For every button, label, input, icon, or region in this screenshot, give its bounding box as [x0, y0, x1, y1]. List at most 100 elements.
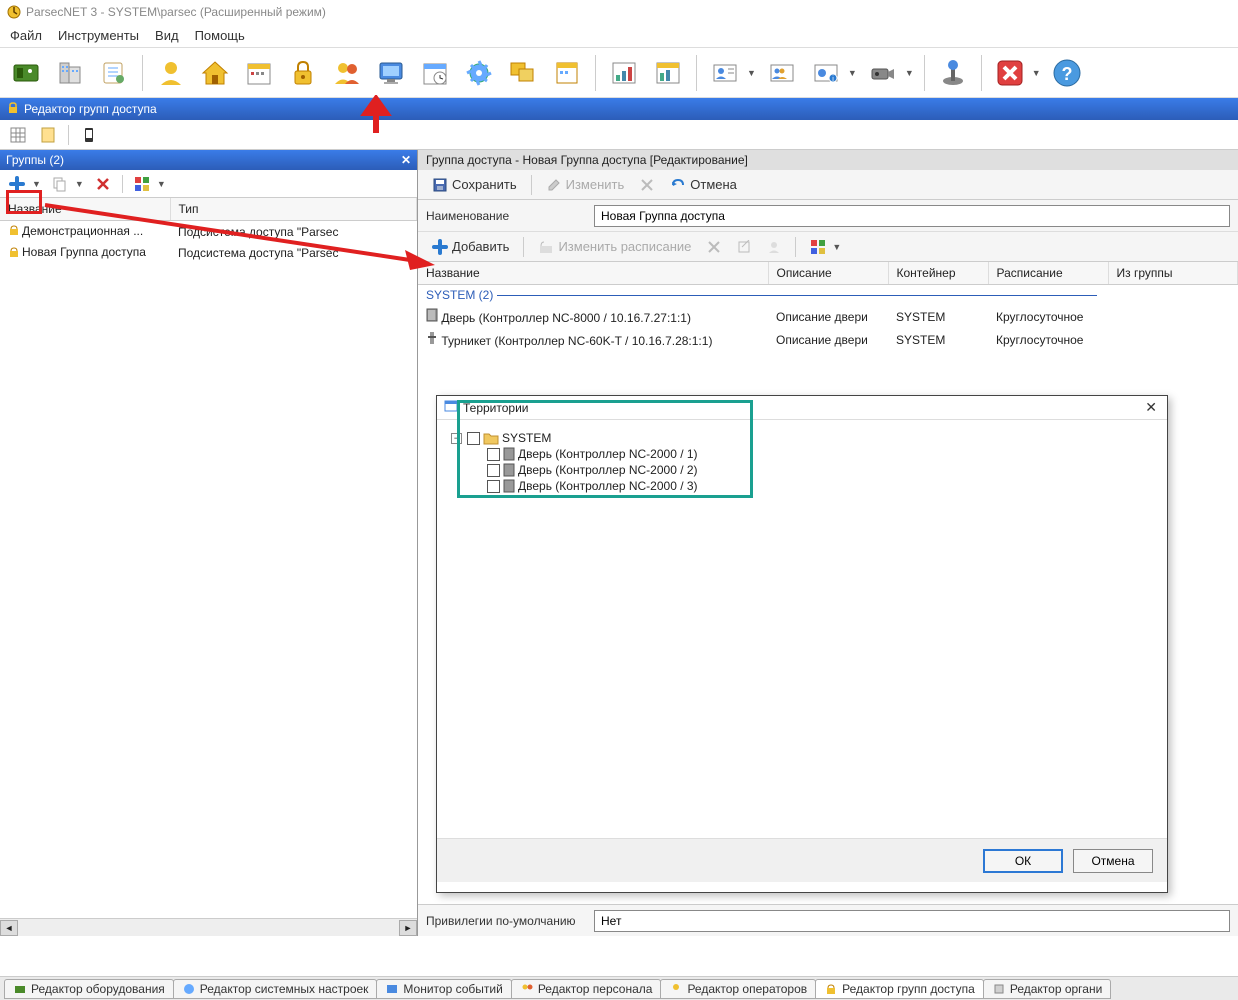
table-row[interactable]: Дверь (Контроллер NC-8000 / 10.16.7.27:1… — [418, 305, 1238, 328]
expander-icon[interactable]: − — [451, 433, 462, 444]
tb-windows-icon[interactable] — [505, 55, 541, 91]
cancel-button[interactable]: Отмена — [664, 175, 743, 195]
tb-user-icon[interactable] — [153, 55, 189, 91]
scroll-right-button[interactable]: ► — [399, 920, 417, 936]
checkbox[interactable] — [467, 432, 480, 445]
scroll-left-button[interactable]: ◄ — [0, 920, 18, 936]
delete-group-button[interactable] — [92, 173, 114, 195]
tb-building-icon[interactable] — [52, 55, 88, 91]
save-button[interactable]: Сохранить — [426, 175, 523, 195]
copy-group-dropdown[interactable]: ▼ — [75, 179, 84, 189]
groups-table[interactable]: Название Тип Демонстрационная ... Подсис… — [0, 198, 417, 918]
tab-access-groups[interactable]: Редактор групп доступа — [815, 979, 984, 999]
tb-people-card-icon[interactable] — [764, 55, 800, 91]
tab-organization[interactable]: Редактор органи — [983, 979, 1111, 999]
name-input[interactable] — [594, 205, 1230, 227]
privileges-input[interactable] — [594, 910, 1230, 932]
left-scrollbar[interactable]: ◄ ► — [0, 918, 417, 936]
tb-perf-icon[interactable] — [650, 55, 686, 91]
add-group-dropdown[interactable]: ▼ — [32, 179, 41, 189]
tb-cancel-dropdown[interactable]: ▼ — [1032, 68, 1041, 78]
detail-col-name[interactable]: Название — [418, 262, 768, 285]
tb-house-icon[interactable] — [197, 55, 233, 91]
turnstile-icon — [426, 334, 438, 348]
left-panel: Группы (2) ✕ ▼ ▼ ▼ Название Тип — [0, 150, 418, 936]
menu-file[interactable]: Файл — [10, 28, 42, 43]
tb-notes-icon[interactable] — [96, 55, 132, 91]
tb-camcorder-icon[interactable] — [865, 55, 901, 91]
tree-item[interactable]: Дверь (Контроллер NC-2000 / 3) — [487, 478, 1157, 494]
mobile-view-icon[interactable] — [79, 125, 99, 145]
add-group-button[interactable] — [6, 173, 28, 195]
table-row[interactable]: Новая Группа доступа Подсистема доступа … — [0, 242, 417, 263]
tb-person-card-dropdown[interactable]: ▼ — [747, 68, 756, 78]
checkbox[interactable] — [487, 464, 500, 477]
tb-monitor-icon[interactable] — [373, 55, 409, 91]
tb-calendar-icon[interactable] — [241, 55, 277, 91]
checkbox[interactable] — [487, 480, 500, 493]
tab-system[interactable]: Редактор системных настроек — [173, 979, 378, 999]
tb-users-icon[interactable] — [329, 55, 365, 91]
menu-tools[interactable]: Инструменты — [58, 28, 139, 43]
detail-delete-button — [701, 238, 727, 256]
tb-help-icon[interactable]: ? — [1049, 55, 1085, 91]
table-row[interactable]: Турникет (Контроллер NC-60K-T / 10.16.7.… — [418, 328, 1238, 351]
tab-personnel[interactable]: Редактор персонала — [511, 979, 662, 999]
tab-operators[interactable]: Редактор операторов — [660, 979, 816, 999]
door-icon — [503, 463, 515, 477]
door-icon — [426, 311, 438, 325]
tb-schedule-icon[interactable] — [417, 55, 453, 91]
detail-group-header[interactable]: SYSTEM (2) — [418, 285, 1238, 306]
layout-dropdown[interactable]: ▼ — [157, 179, 166, 189]
tb-webcam-dropdown[interactable]: ▼ — [848, 68, 857, 78]
tb-webcam-icon[interactable]: i — [808, 55, 844, 91]
detail-user-button — [761, 238, 787, 256]
tb-lock-icon[interactable] — [285, 55, 321, 91]
menu-view[interactable]: Вид — [155, 28, 179, 43]
right-toolbar: Сохранить Изменить Отмена — [418, 170, 1238, 200]
cancel-dialog-button[interactable]: Отмена — [1073, 849, 1153, 873]
tb-device-icon[interactable] — [8, 55, 44, 91]
tb-gear-icon[interactable] — [461, 55, 497, 91]
detail-table[interactable]: Название Описание Контейнер Расписание И… — [418, 262, 1238, 351]
territories-tree[interactable]: − SYSTEM Дверь (Контроллер NC-2000 / 1) … — [447, 430, 1157, 494]
tab-equipment[interactable]: Редактор оборудования — [4, 979, 174, 999]
detail-layout-button[interactable] — [804, 237, 832, 257]
schedule-button: Изменить расписание — [532, 237, 697, 257]
detail-layout-dropdown[interactable]: ▼ — [832, 242, 841, 252]
tree-item[interactable]: Дверь (Контроллер NC-2000 / 2) — [487, 462, 1157, 478]
checkbox[interactable] — [487, 448, 500, 461]
tb-window-icon[interactable] — [549, 55, 585, 91]
tree-root[interactable]: − SYSTEM — [451, 430, 1157, 446]
detail-col-schedule[interactable]: Расписание — [988, 262, 1108, 285]
layout-button[interactable] — [131, 173, 153, 195]
tb-camcorder-dropdown[interactable]: ▼ — [905, 68, 914, 78]
grid-view-icon[interactable] — [8, 125, 28, 145]
tb-joystick-icon[interactable] — [935, 55, 971, 91]
detail-col-desc[interactable]: Описание — [768, 262, 888, 285]
dialog-buttons: ОК Отмена — [437, 838, 1167, 882]
dialog-titlebar: Территории ✕ — [437, 396, 1167, 420]
left-panel-close[interactable]: ✕ — [401, 153, 411, 167]
groups-col-name[interactable]: Название — [0, 198, 170, 221]
ok-button[interactable]: ОК — [983, 849, 1063, 873]
dialog-close-button[interactable]: ✕ — [1141, 399, 1161, 416]
door-icon — [503, 479, 515, 493]
lock-icon — [8, 246, 20, 261]
door-icon — [503, 447, 515, 461]
copy-group-button[interactable] — [49, 173, 71, 195]
tree-item[interactable]: Дверь (Контроллер NC-2000 / 1) — [487, 446, 1157, 462]
groups-col-type[interactable]: Тип — [170, 198, 417, 221]
tb-cancel-icon[interactable] — [992, 55, 1028, 91]
tab-events[interactable]: Монитор событий — [376, 979, 511, 999]
add-button[interactable]: Добавить — [426, 237, 515, 257]
tb-chart-icon[interactable] — [606, 55, 642, 91]
dialog-icon — [443, 398, 459, 417]
detail-col-container[interactable]: Контейнер — [888, 262, 988, 285]
detail-col-group[interactable]: Из группы — [1108, 262, 1238, 285]
menu-help[interactable]: Помощь — [195, 28, 245, 43]
dialog-body: − SYSTEM Дверь (Контроллер NC-2000 / 1) … — [437, 420, 1167, 838]
table-row[interactable]: Демонстрационная ... Подсистема доступа … — [0, 221, 417, 243]
note-view-icon[interactable] — [38, 125, 58, 145]
tb-person-card-icon[interactable] — [707, 55, 743, 91]
